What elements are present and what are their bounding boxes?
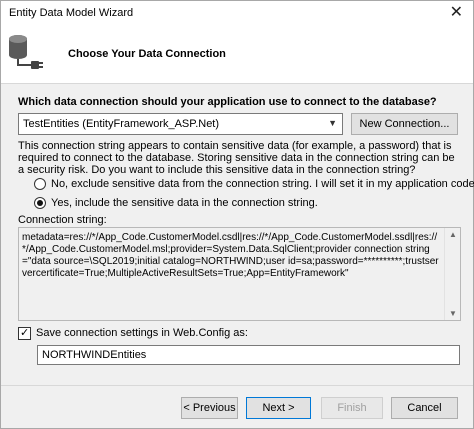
scroll-down-icon[interactable]: ▼ bbox=[449, 309, 457, 318]
header-divider bbox=[1, 83, 473, 84]
exclude-radio[interactable] bbox=[34, 178, 46, 190]
connection-string-label: Connection string: bbox=[18, 214, 107, 226]
footer-divider bbox=[1, 385, 473, 386]
title-bar: Entity Data Model Wizard ✕ bbox=[1, 1, 473, 27]
wizard-window: Entity Data Model Wizard ✕ Choose Your D… bbox=[0, 0, 474, 429]
page-title: Choose Your Data Connection bbox=[68, 48, 226, 60]
entity-name-input[interactable] bbox=[38, 346, 459, 364]
connection-dropdown-value: TestEntities (EntityFramework_ASP.Net) bbox=[23, 118, 220, 130]
entity-name-field[interactable] bbox=[37, 345, 460, 365]
connection-string-text: metadata=res://*/App_Code.CustomerModel.… bbox=[22, 232, 439, 279]
connection-string-scrollbar[interactable]: ▲ ▼ bbox=[444, 228, 460, 320]
new-connection-button[interactable]: New Connection... bbox=[351, 113, 458, 135]
save-settings-label: Save connection settings in Web.Config a… bbox=[36, 327, 248, 339]
finish-button[interactable]: Finish bbox=[321, 397, 383, 419]
sensitive-data-warning: This connection string appears to contai… bbox=[18, 140, 455, 176]
save-settings-checkbox[interactable]: ✓ bbox=[18, 327, 31, 340]
include-radio[interactable] bbox=[34, 197, 46, 209]
exclude-radio-label: No, exclude sensitive data from the conn… bbox=[51, 178, 474, 190]
previous-button[interactable]: < Previous bbox=[181, 397, 238, 419]
close-icon[interactable]: ✕ bbox=[450, 4, 463, 22]
scroll-up-icon[interactable]: ▲ bbox=[449, 230, 457, 239]
window-title: Entity Data Model Wizard bbox=[9, 7, 134, 19]
connection-question: Which data connection should your applic… bbox=[18, 96, 437, 108]
include-radio-label: Yes, include the sensitive data in the c… bbox=[51, 197, 318, 209]
connection-dropdown[interactable]: TestEntities (EntityFramework_ASP.Net) ▼ bbox=[18, 113, 343, 135]
checkmark-icon: ✓ bbox=[20, 327, 30, 339]
cancel-button[interactable]: Cancel bbox=[391, 397, 458, 419]
database-connection-icon bbox=[9, 35, 43, 69]
chevron-down-icon[interactable]: ▼ bbox=[328, 118, 337, 128]
connection-string-box[interactable]: metadata=res://*/App_Code.CustomerModel.… bbox=[18, 227, 461, 321]
next-button[interactable]: Next > bbox=[246, 397, 311, 419]
wizard-header: Choose Your Data Connection bbox=[1, 27, 473, 83]
